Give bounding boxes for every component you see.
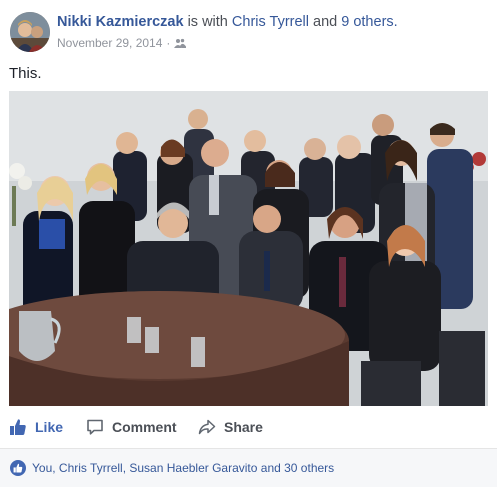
comment-bubble-icon [85,417,105,437]
and-text: and [313,14,338,30]
with-text: is with [187,14,228,30]
post-actions: Like Comment Share [0,412,497,442]
others-link[interactable]: 9 others. [341,14,397,30]
tagged-person-link[interactable]: Chris Tyrrell [232,14,309,30]
comment-label: Comment [112,419,177,435]
likes-summary-link[interactable]: You, Chris Tyrrell, Susan Haebler Garavi… [32,461,334,475]
thumbs-up-icon [8,417,28,437]
author-name-link[interactable]: Nikki Kazmierczak [57,14,184,30]
separator-dot: · [166,36,171,50]
like-button[interactable]: Like [8,412,63,442]
post-text: This. [9,65,42,82]
post-header: Nikki Kazmierczak is with Chris Tyrrell … [57,14,398,30]
author-avatar[interactable] [10,12,50,52]
comment-button[interactable]: Comment [85,412,177,442]
share-label: Share [224,419,263,435]
post-photo[interactable] [9,91,488,406]
like-label: Like [35,419,64,435]
post-date-link[interactable]: November 29, 2014 [57,36,162,50]
share-arrow-icon [197,417,217,437]
like-badge-icon [10,460,26,476]
feed-post: Nikki Kazmierczak is with Chris Tyrrell … [0,0,497,487]
post-meta: November 29, 2014 · [57,36,187,50]
friends-icon[interactable] [174,38,187,48]
likes-summary-bar: You, Chris Tyrrell, Susan Haebler Garavi… [0,448,497,487]
share-button[interactable]: Share [197,412,263,442]
